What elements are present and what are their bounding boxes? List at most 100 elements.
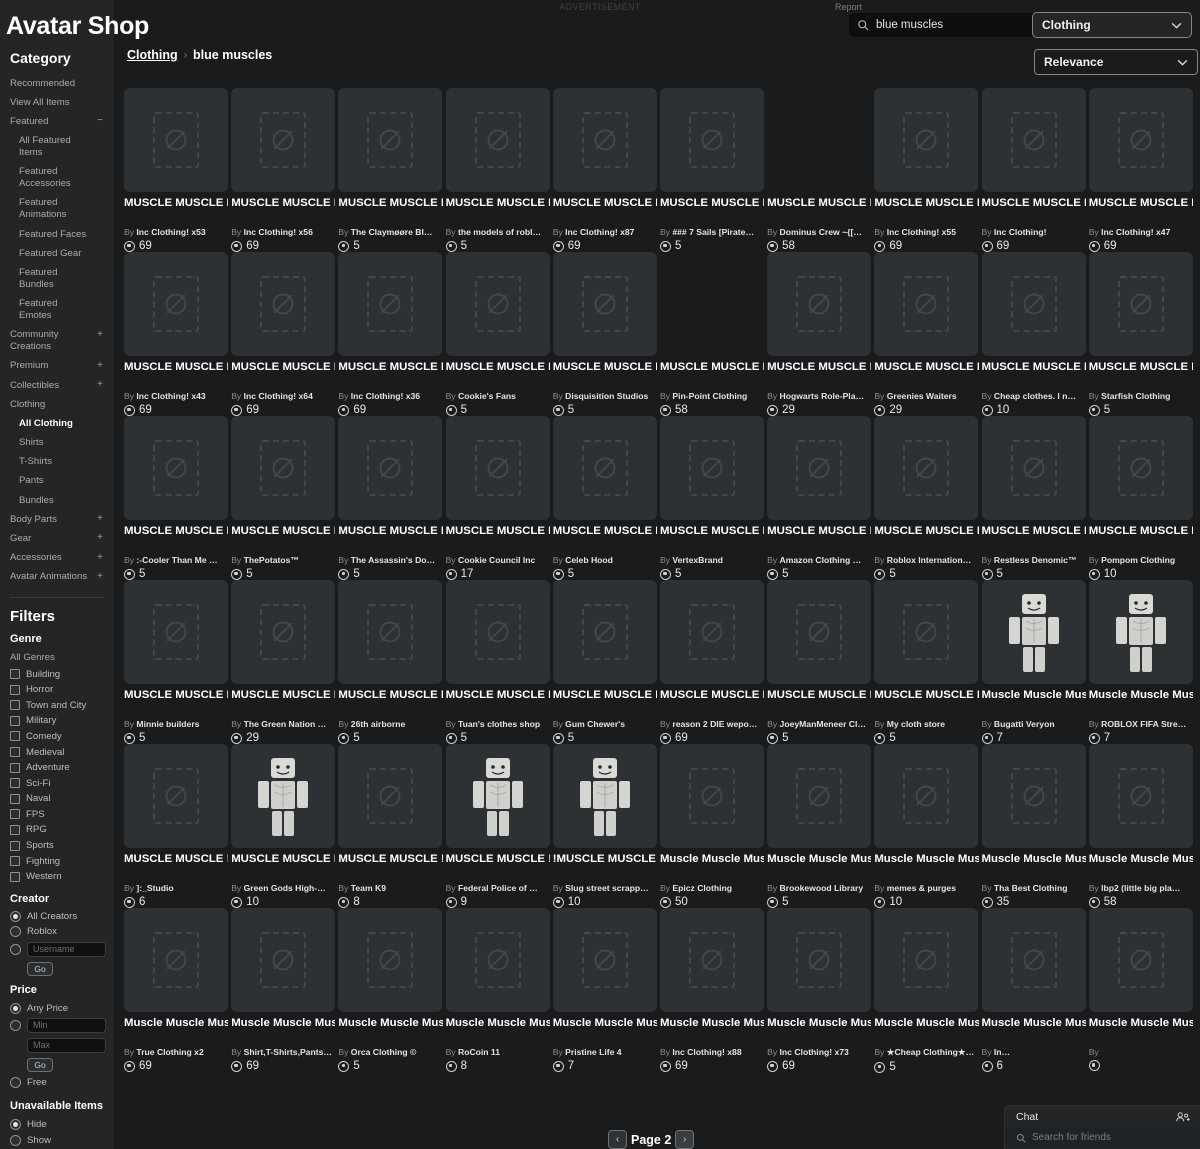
- genre-option-medieval[interactable]: Medieval: [8, 744, 106, 760]
- item-thumbnail[interactable]: [981, 252, 1086, 356]
- item-creator-name[interactable]: Orca Clothing ©: [351, 1047, 417, 1057]
- item-card[interactable]: Muscle Muscle Muscle MuscleBy Epicz Clot…: [659, 744, 767, 908]
- item-title[interactable]: MUSCLE MUSCLE MUSCLE MUSCLE: [231, 524, 335, 554]
- item-card[interactable]: MUSCLE MUSCLE MUSCLE MUSCLEBy Inc Clothi…: [124, 88, 231, 252]
- expand-icon[interactable]: +: [97, 552, 103, 565]
- item-creator-name[interactable]: Minnie builders: [136, 719, 199, 729]
- radio-icon[interactable]: [10, 910, 21, 922]
- item-creator-name[interactable]: Inc Clothing! x47: [1101, 227, 1170, 237]
- item-creator-name[interactable]: memes & purges: [887, 883, 956, 893]
- item-creator-name[interactable]: RoCoin 11: [458, 1047, 500, 1057]
- creator-all-option[interactable]: All Creators: [8, 909, 106, 925]
- item-title[interactable]: Muscle Muscle Muscle Muscle: [982, 852, 1086, 882]
- item-creator-name[interactable]: reason 2 DIE wepo…: [672, 719, 757, 729]
- item-title[interactable]: MUSCLE MUSCLE MUSCLE MUSCLE: [553, 688, 657, 718]
- item-thumbnail[interactable]: [981, 580, 1086, 684]
- item-card[interactable]: Muscle Muscle Muscle MuscleBy Inc Clothi…: [767, 908, 874, 1073]
- item-title[interactable]: MUSCLE MUSCLE MUSCLE MUSCLE: [982, 196, 1086, 226]
- prev-page-button[interactable]: ‹: [608, 1130, 627, 1149]
- item-thumbnail[interactable]: [124, 580, 228, 684]
- breadcrumb-parent[interactable]: Clothing: [127, 48, 178, 62]
- item-creator-name[interactable]: Tha Best Clothing: [994, 883, 1068, 893]
- price-go-button[interactable]: Go: [27, 1058, 53, 1073]
- sidebar-item-gear[interactable]: Gear +: [8, 529, 106, 548]
- item-title[interactable]: MUSCLE MUSCLE MUSCLE MUSCLE: [660, 524, 764, 554]
- item-creator-name[interactable]: Disquisition Studios: [565, 391, 648, 401]
- item-card[interactable]: MUSCLE MUSCLE MUSCLE MUSCLEBy Pin-Point …: [659, 252, 767, 416]
- checkbox-icon[interactable]: [10, 731, 20, 742]
- checkbox-icon[interactable]: [10, 840, 20, 851]
- item-thumbnail[interactable]: [445, 744, 550, 848]
- item-thumbnail[interactable]: [338, 580, 443, 684]
- unavailable-hide-option[interactable]: Hide: [8, 1117, 106, 1133]
- item-title[interactable]: MUSCLE MUSCLE MUSCLE MUSCLE: [660, 196, 764, 226]
- sidebar-item-all-clothing[interactable]: All Clothing: [8, 414, 106, 433]
- item-title[interactable]: Muscle Muscle Muscle Muscle: [1089, 688, 1193, 718]
- item-card[interactable]: MUSCLE MUSCLE MUSCLE MUSCLEBy The Assass…: [338, 416, 445, 580]
- item-card[interactable]: MUSCLE MUSCLE MUSCLE MUSCLEBy Inc Clothi…: [981, 88, 1089, 252]
- item-card[interactable]: Muscle Muscle Muscle MuscleBy Brookewood…: [767, 744, 874, 908]
- item-title[interactable]: MUSCLE MUSCLE MUSCLE MUSCLE: [874, 196, 978, 226]
- item-title[interactable]: MUSCLE MUSCLE MUSCLE MUSCLE: [338, 524, 442, 554]
- item-title[interactable]: Muscle Muscle Muscle Muscle: [660, 1016, 764, 1046]
- sidebar-item-featured-faces[interactable]: Featured Faces: [8, 225, 106, 244]
- genre-option-rpg[interactable]: RPG: [8, 822, 106, 838]
- item-title[interactable]: MUSCLE MUSCLE MUSCLE MUSCLE: [553, 524, 657, 554]
- item-title[interactable]: Muscle Muscle Muscle Muscle: [982, 688, 1086, 718]
- item-card[interactable]: Muscle Muscle Muscle MuscleBy ★Cheap Clo…: [874, 908, 981, 1073]
- item-card[interactable]: Muscle Muscle Muscle MuscleBy ROBLOX FIF…: [1088, 580, 1196, 744]
- item-creator-name[interactable]: VertexBrand: [672, 555, 723, 565]
- sidebar-item-body-parts[interactable]: Body Parts +: [8, 510, 106, 529]
- item-creator-name[interactable]: Cookie Council Inc: [458, 555, 535, 565]
- item-card[interactable]: Muscle Muscle Muscle MuscleBy RoCoin 11 8: [445, 908, 553, 1073]
- item-creator-name[interactable]: Tuan's clothes shop: [458, 719, 540, 729]
- item-creator-name[interactable]: ThePotatos™: [244, 555, 299, 565]
- item-thumbnail[interactable]: [981, 88, 1086, 192]
- item-thumbnail[interactable]: [767, 580, 872, 684]
- item-thumbnail[interactable]: [338, 252, 443, 356]
- checkbox-icon[interactable]: [10, 778, 20, 789]
- item-title[interactable]: MUSCLE MUSCLE MUSCLE MUSCLE: [874, 688, 978, 718]
- sort-select[interactable]: Relevance: [1034, 49, 1198, 75]
- item-title[interactable]: MUSCLE MUSCLE !MUSCLE MUSCLE MUSCLE MUSC…: [124, 852, 228, 882]
- item-thumbnail[interactable]: [124, 88, 228, 192]
- sidebar-item-premium[interactable]: Premium +: [8, 357, 106, 376]
- item-thumbnail[interactable]: [981, 744, 1086, 848]
- item-thumbnail[interactable]: [767, 908, 872, 1012]
- expand-icon[interactable]: +: [97, 513, 103, 526]
- item-creator-name[interactable]: ★Cheap Clothing★…: [887, 1047, 975, 1057]
- item-card[interactable]: MUSCLE MUSCLE MUSCLE MUSCLEBy Dominus Cr…: [767, 88, 874, 252]
- item-title[interactable]: MUSCLE MUSCLE MUSCLE MUSCLE: [767, 196, 871, 226]
- item-thumbnail[interactable]: [874, 744, 979, 848]
- sidebar-item-view-all-items[interactable]: View All Items: [8, 93, 106, 112]
- item-creator-name[interactable]: lbp2 (little big pla…: [1101, 883, 1180, 893]
- item-thumbnail[interactable]: [124, 416, 228, 520]
- item-creator-name[interactable]: Pristine Life 4: [565, 1047, 621, 1057]
- expand-icon[interactable]: +: [97, 379, 103, 392]
- item-card[interactable]: MUSCLE MUSCLE MUSCLE MUSCLEBy Minnie bui…: [124, 580, 231, 744]
- item-thumbnail[interactable]: [1088, 908, 1193, 1012]
- item-card[interactable]: Muscle Muscle Muscle MuscleBy memes & pu…: [874, 744, 981, 908]
- item-card[interactable]: MUSCLE MUSCLE MUSCLE MUSCLEBy Inc Clothi…: [874, 88, 981, 252]
- item-title[interactable]: MUSCLE MUSCLE MUSCLE MUSCLE: [231, 360, 335, 390]
- radio-icon[interactable]: [10, 1077, 21, 1089]
- item-title[interactable]: MUSCLE MUSCLE MUSCLE MUSCLE MUSCLE MUSCL…: [231, 852, 335, 882]
- item-card[interactable]: MUSCLE MUSCLE MUSCLE MUSCLEBy Gum Chewer…: [552, 580, 660, 744]
- item-creator-name[interactable]: The Assassin's Do…: [351, 555, 435, 565]
- item-card[interactable]: Muscle Muscle Muscle MuscleBy lbp2 (litt…: [1088, 744, 1196, 908]
- item-thumbnail[interactable]: [338, 88, 443, 192]
- collapse-icon[interactable]: −: [97, 115, 103, 128]
- item-thumbnail[interactable]: [767, 744, 872, 848]
- item-card[interactable]: Muscle Muscle Muscle MuscleBy Pristine L…: [552, 908, 660, 1073]
- item-title[interactable]: Muscle Muscle Muscle Muscle: [1089, 1016, 1193, 1046]
- item-card[interactable]: MUSCLE MUSCLE MUSCLE MUSCLEBy Inc Clothi…: [552, 88, 660, 252]
- item-title[interactable]: MUSCLE MUSCLE MUSCLE MUSCLE: [124, 688, 228, 718]
- item-title[interactable]: Muscle Muscle Muscle Muscle: [660, 852, 764, 882]
- item-title[interactable]: MUSCLE MUSCLE MUSCLE MUSCLE: [338, 360, 442, 390]
- item-creator-name[interactable]: Amazon Clothing …: [780, 555, 862, 565]
- item-thumbnail[interactable]: [124, 252, 228, 356]
- item-creator-name[interactable]: Epicz Clothing: [672, 883, 732, 893]
- checkbox-icon[interactable]: [10, 747, 20, 757]
- item-card[interactable]: MUSCLE MUSCLE MUSCLE MUSCLEBy The Green …: [231, 580, 338, 744]
- expand-icon[interactable]: +: [97, 571, 103, 584]
